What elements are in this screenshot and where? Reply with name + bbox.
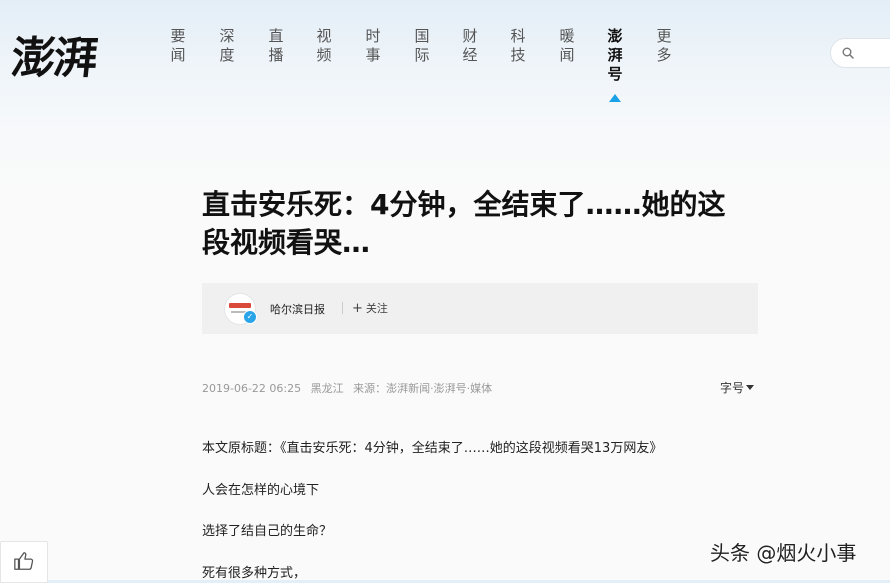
site-logo[interactable]: 澎湃 <box>9 22 100 86</box>
verified-badge-icon: ✓ <box>243 310 257 324</box>
nav-item[interactable]: 更多 <box>644 27 684 65</box>
divider <box>342 302 343 314</box>
like-button[interactable] <box>0 541 48 583</box>
paragraph: 人会在怎样的心境下 <box>202 483 320 498</box>
source-label: 来源：澎湃新闻·澎湃号·媒体 <box>353 382 493 395</box>
search-box[interactable] <box>830 38 890 68</box>
watermark: 头条 @烟火小事 <box>710 541 857 565</box>
font-size-label: 字号 <box>720 381 745 395</box>
nav-item[interactable]: 直播 <box>256 27 296 65</box>
article-meta: 2019-06-22 06:25 黑龙江 来源：澎湃新闻·澎湃号·媒体 <box>202 380 498 396</box>
caret-down-icon <box>746 385 755 390</box>
article-title-line-2: 段视频看哭… <box>202 226 371 259</box>
publish-date: 2019-06-22 06:25 <box>202 382 302 395</box>
nav-item[interactable]: 深度 <box>207 27 247 65</box>
nav-item[interactable]: 财经 <box>450 27 490 65</box>
article-title-line-1: 直击安乐死：4分钟，全结束了……她的这 <box>202 188 726 221</box>
follow-label: 关注 <box>365 302 388 315</box>
plus-icon: + <box>352 301 363 316</box>
nav-item[interactable]: 要闻 <box>158 27 198 65</box>
font-size-toggle[interactable]: 字号 <box>720 379 755 396</box>
follow-button[interactable]: + 关注 <box>352 300 388 316</box>
article-title: 直击安乐死：4分钟，全结束了……她的这 段视频看哭… <box>202 186 758 262</box>
active-nav-indicator-icon <box>609 94 621 102</box>
nav-item[interactable]: 时事 <box>353 27 393 65</box>
paragraph: 选择了结自己的生命？ <box>202 524 333 539</box>
nav-item[interactable]: 暖闻 <box>547 27 587 65</box>
nav-item[interactable]: 国际 <box>402 27 442 65</box>
paragraph: 死有很多种方式， <box>202 566 307 581</box>
author-name[interactable]: 哈尔滨日报 <box>270 301 325 317</box>
avatar-logo-mark <box>229 303 251 308</box>
nav-item[interactable]: 视频 <box>304 27 344 65</box>
nav-item[interactable]: 科技 <box>498 27 538 65</box>
author-card: ✓ 哈尔滨日报 + 关注 <box>202 283 758 334</box>
region-tag: 黑龙江 <box>310 382 344 395</box>
search-icon <box>842 47 854 59</box>
nav-item[interactable]: 澎湃号 <box>595 27 635 84</box>
thumbs-up-icon <box>14 552 34 570</box>
paragraph: 本文原标题：《直击安乐死：4分钟，全结束了……她的这段视频看哭13万网友》 <box>202 441 663 456</box>
